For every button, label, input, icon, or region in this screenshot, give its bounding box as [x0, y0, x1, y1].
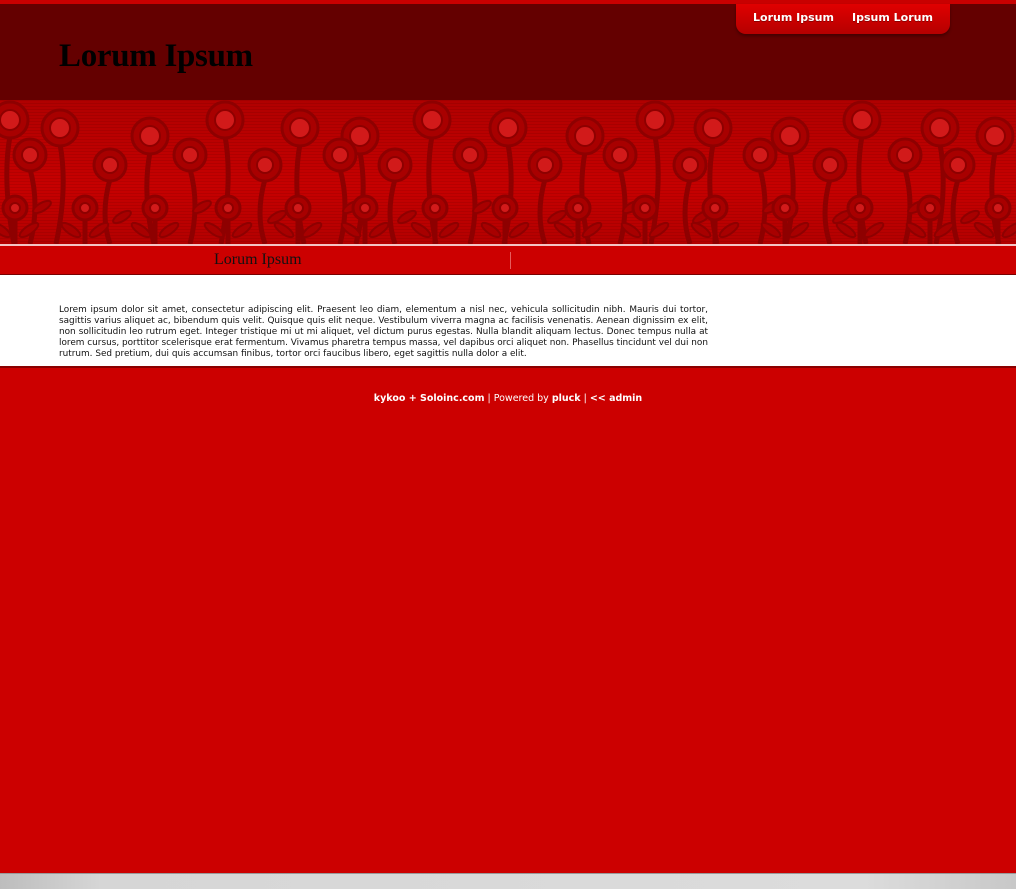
main-content: Lorem ipsum dolor sit amet, consectetur … — [0, 275, 1016, 368]
footer-powered-by: | Powered by — [484, 393, 552, 404]
section-title: Lorum Ipsum — [214, 251, 302, 268]
flower-banner-image — [0, 100, 1016, 244]
footer-link-kykoo[interactable]: kykoo — [374, 393, 406, 404]
site-footer: kykoo + Soloinc.com | Powered by pluck |… — [0, 393, 1016, 404]
footer-plus: + — [405, 393, 421, 404]
footer-link-pluck[interactable]: pluck — [552, 393, 581, 404]
flower-pattern-graphic — [0, 100, 1016, 244]
section-bar: Lorum Ipsum — [0, 246, 1016, 275]
section-divider — [510, 252, 511, 269]
site-title: Lorum Ipsum — [59, 38, 253, 74]
content-paragraph: Lorem ipsum dolor sit amet, consectetur … — [59, 305, 708, 359]
top-navigation: Lorum Ipsum Ipsum Lorum — [736, 4, 950, 34]
footer-link-soloinc[interactable]: Soloinc.com — [420, 393, 484, 404]
nav-link-ipsum-lorum[interactable]: Ipsum Lorum — [852, 11, 933, 24]
footer-separator: | — [580, 393, 590, 404]
footer-link-admin[interactable]: << admin — [590, 393, 642, 404]
site-header: Lorum Ipsum Lorum Ipsum Ipsum Lorum — [0, 0, 1016, 100]
horizontal-scrollbar[interactable] — [0, 873, 1016, 889]
nav-link-lorum-ipsum[interactable]: Lorum Ipsum — [753, 11, 834, 24]
